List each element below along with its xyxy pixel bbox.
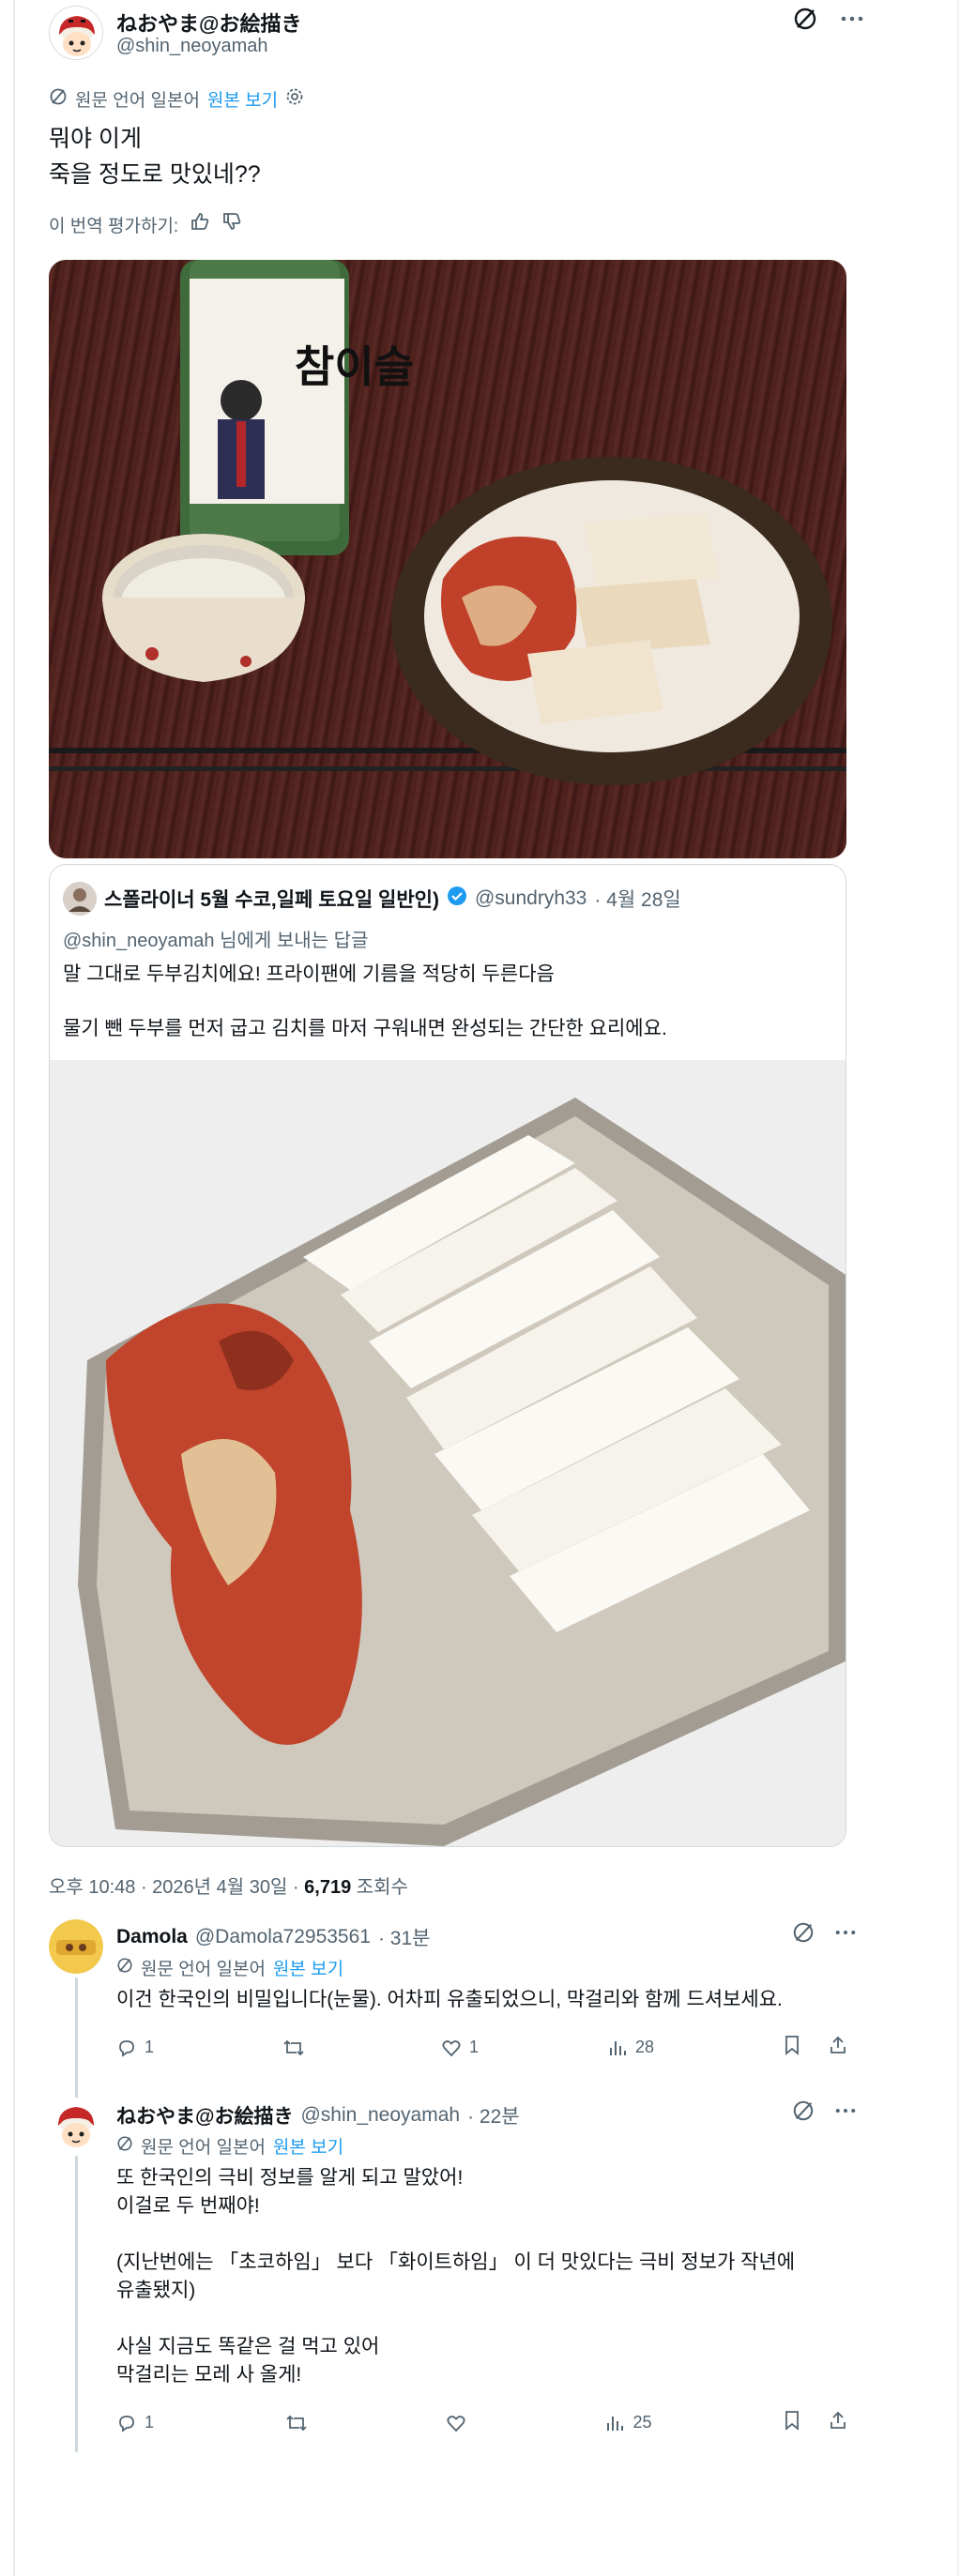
share-icon[interactable]: [828, 2410, 848, 2435]
view-count: 6,719: [304, 1877, 352, 1898]
thread-line: [75, 1977, 78, 2099]
reply-time[interactable]: · 22분: [467, 2101, 520, 2129]
reply-text: 또 한국인의 극비 정보를 알게 되고 말았어! 이걸로 두 번째야! (지난번…: [116, 2167, 796, 2386]
view-original-link[interactable]: 원본 보기: [207, 86, 278, 112]
tweet-header: ねおやま@お絵描き @shin_neoyamah: [49, 0, 865, 68]
reply-actions: 1 1 28: [116, 2035, 848, 2060]
settings-icon[interactable]: [285, 87, 304, 112]
reply-avatar[interactable]: [49, 1919, 103, 1974]
heart-icon: [442, 2039, 461, 2056]
reply-to-handle: @shin_neoyamah: [63, 931, 215, 951]
reply-count: 1: [145, 2038, 155, 2056]
views-icon: [607, 2416, 624, 2431]
quote-date: · 4월 28일: [594, 889, 681, 911]
replies-list: Damola @Damola72953561 · 31분 원문 언어 일본어 원…: [49, 1912, 875, 2465]
translation-notice: 원문 언어 일본어 원본 보기: [49, 86, 865, 112]
tweet-text: 뭐야 이게 죽을 정도로 맛있네??: [49, 126, 261, 188]
view-count: 28: [634, 2038, 655, 2056]
retweet-button[interactable]: [285, 2410, 315, 2435]
like-button[interactable]: [446, 2410, 474, 2435]
quote-photo[interactable]: [50, 1060, 846, 1846]
reply-to-suffix: 님에게 보내는 답글: [214, 931, 369, 951]
quote-avatar: [63, 882, 97, 916]
retweet-icon: [285, 2415, 307, 2431]
bottle-label-text: 참이슬: [295, 341, 414, 392]
reply-to-line: @shin_neoyamah 님에게 보내는 답글: [63, 925, 832, 952]
quote-author-handle: @sundryh33: [474, 887, 587, 909]
quote-author-name: 스폴라이너 5월 수코,일페 토요일 일반인): [104, 889, 439, 911]
tweet-meta: 오후 10:48 · 2026년 4월 30일 · 6,719 조회수: [49, 1871, 865, 1899]
reply-avatar[interactable]: [49, 2098, 103, 2152]
share-icon[interactable]: [828, 2035, 848, 2060]
avatar[interactable]: [49, 6, 103, 60]
like-button[interactable]: 1: [441, 2035, 479, 2060]
tweet-timestamp[interactable]: 오후 10:48 · 2026년 4월 30일 ·: [49, 1877, 304, 1898]
translate-icon: [116, 1957, 133, 1979]
reply-author-handle[interactable]: @Damola72953561: [195, 1926, 371, 1948]
reply-actions: 1 25: [116, 2410, 848, 2435]
translate-label: 원문 언어 일본어: [141, 1960, 266, 1979]
translate-label: 원문 언어 일본어: [75, 91, 200, 111]
translate-icon: [116, 2135, 133, 2158]
bookmark-icon[interactable]: [783, 2410, 801, 2435]
rate-translation: 이 번역 평가하기:: [49, 211, 865, 237]
more-icon[interactable]: [835, 2099, 856, 2127]
view-original-link[interactable]: 원본 보기: [273, 2133, 343, 2159]
grok-icon[interactable]: [792, 6, 818, 32]
thumbs-down-icon[interactable]: [221, 211, 242, 237]
verified-icon: [447, 886, 467, 912]
quoted-tweet[interactable]: 스폴라이너 5월 수코,일페 토요일 일반인) @sundryh33 · 4월 …: [49, 864, 846, 1847]
translate-label: 원문 언어 일본어: [141, 2138, 266, 2158]
view-original-link[interactable]: 원본 보기: [273, 1955, 343, 1980]
right-border: [957, 0, 959, 2576]
reply-item[interactable]: ねおやま@お絵描き @shin_neoyamah · 22분 원문 언어 일본어…: [49, 2090, 875, 2465]
reply-author-name[interactable]: ねおやま@お絵描き: [116, 2101, 293, 2129]
reply-text: 이건 한국인의 비밀입니다(눈물). 어차피 유출되었으니, 막걸리와 함께 드…: [116, 1989, 783, 2010]
quote-text-2: 물기 뺀 두부를 먼저 굽고 김치를 마저 구워내면 완성되는 간단한 요리에요…: [63, 1018, 667, 1039]
views-label: 조회수: [351, 1877, 408, 1898]
view-count: 25: [632, 2413, 652, 2432]
tweet-photo[interactable]: 참이슬: [49, 260, 846, 858]
left-border: [13, 0, 15, 2576]
reply-author-handle[interactable]: @shin_neoyamah: [300, 2104, 460, 2127]
retweet-icon: [283, 2039, 304, 2055]
quote-text-1: 말 그대로 두부김치에요! 프라이팬에 기름을 적당히 두른다음: [63, 963, 555, 985]
views-icon: [609, 2040, 626, 2055]
bookmark-icon[interactable]: [783, 2035, 801, 2060]
more-icon[interactable]: [839, 6, 865, 32]
thread-line: [75, 2156, 78, 2452]
author-handle[interactable]: @shin_neoyamah: [116, 36, 268, 57]
reply-count: 1: [145, 2413, 155, 2432]
grok-icon[interactable]: [792, 2099, 815, 2127]
translate-icon: [49, 87, 68, 112]
more-icon[interactable]: [835, 1921, 856, 1948]
author-name[interactable]: ねおやま@お絵描き: [116, 8, 301, 38]
views-button[interactable]: 25: [604, 2410, 652, 2435]
reply-button[interactable]: 1: [116, 2410, 154, 2435]
reply-item[interactable]: Damola @Damola72953561 · 31분 원문 언어 일본어 원…: [49, 1912, 875, 2099]
thumbs-up-icon[interactable]: [190, 211, 210, 237]
rate-label: 이 번역 평가하기:: [49, 216, 179, 236]
heart-icon: [447, 2415, 465, 2432]
reply-translation-notice: 원문 언어 일본어 원본 보기: [116, 2133, 875, 2159]
views-button[interactable]: 28: [607, 2035, 654, 2060]
like-count: 1: [468, 2038, 479, 2056]
main-tweet: ねおやま@お絵描き @shin_neoyamah 원문 언어 일본어 원본 보기…: [49, 0, 865, 1899]
retweet-button[interactable]: [282, 2035, 312, 2060]
grok-icon[interactable]: [792, 1921, 815, 1948]
reply-author-name[interactable]: Damola: [116, 1926, 188, 1948]
reply-icon: [119, 2039, 134, 2057]
reply-translation-notice: 원문 언어 일본어 원본 보기: [116, 1955, 875, 1980]
reply-time[interactable]: · 31분: [378, 1923, 431, 1951]
reply-button[interactable]: 1: [116, 2035, 154, 2060]
reply-icon: [119, 2415, 134, 2432]
